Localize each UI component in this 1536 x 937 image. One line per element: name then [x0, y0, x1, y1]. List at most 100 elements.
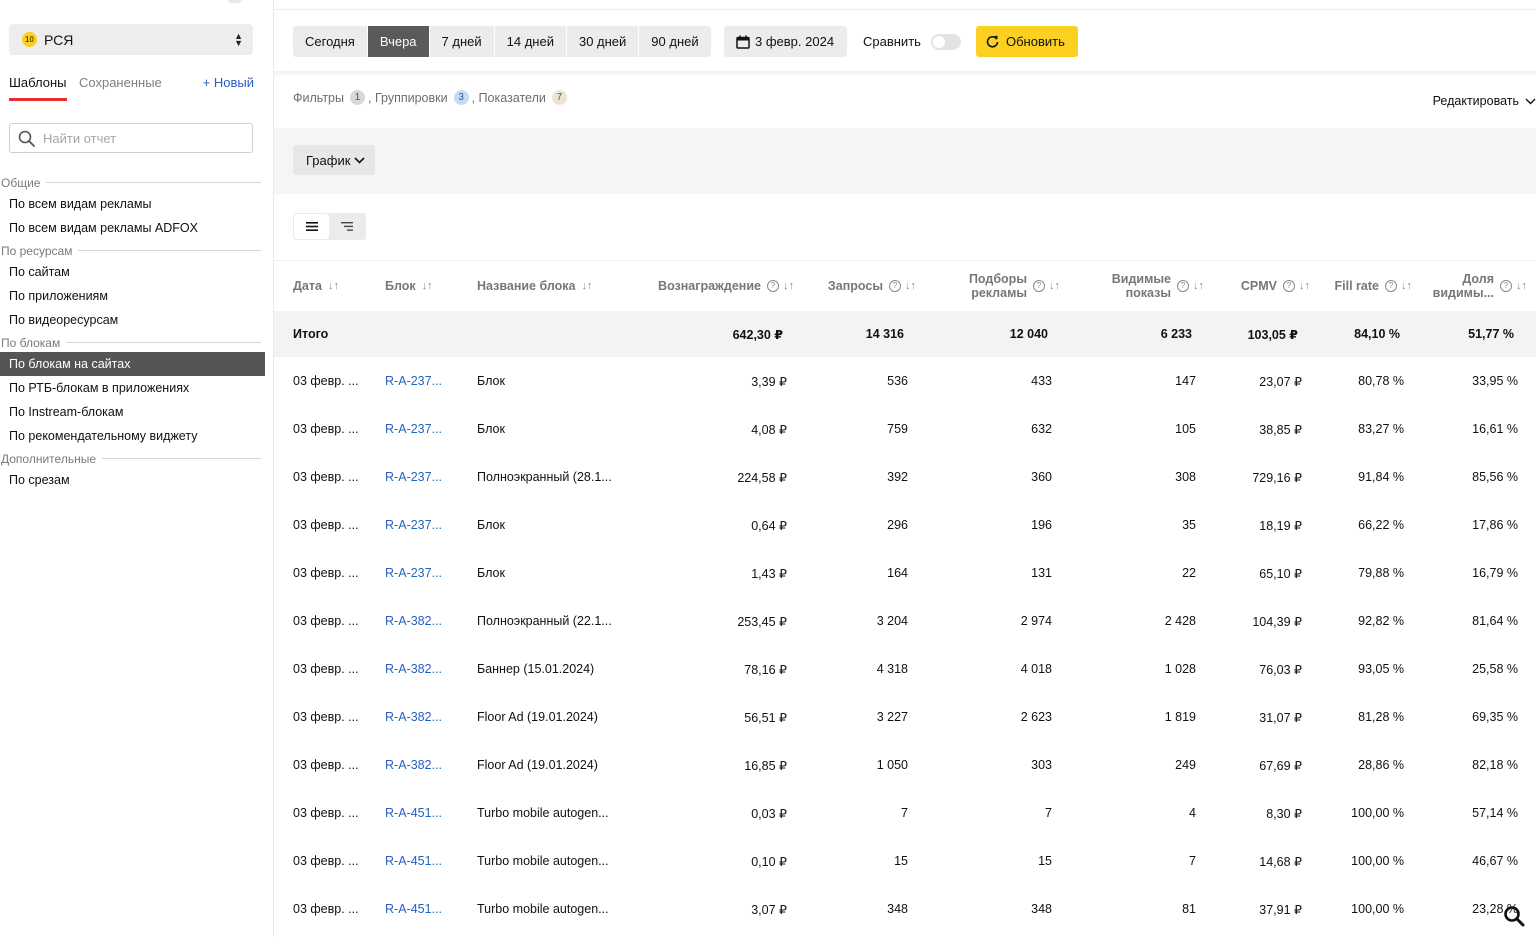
total-fill-rate: 84,10 %: [1354, 327, 1400, 341]
column-header-requests[interactable]: Запросы ? ↓↑: [814, 261, 916, 311]
column-header-fill-rate[interactable]: Fill rate ? ↓↑: [1324, 261, 1412, 311]
cell-block-id[interactable]: R-A-451...: [385, 789, 465, 837]
cell-fill-rate: 80,78 %: [1358, 374, 1404, 388]
column-header-visible-impressions[interactable]: Видимые показы ? ↓↑: [1084, 261, 1204, 311]
cell-block-id[interactable]: R-A-382...: [385, 693, 465, 741]
coin-badge-icon: 10: [22, 32, 37, 47]
cell-fill-rate: 79,88 %: [1358, 566, 1404, 580]
list-view-button[interactable]: [294, 214, 329, 239]
question-circle-icon[interactable]: ?: [1033, 280, 1045, 292]
date-label: 3 февр. 2024: [755, 34, 835, 49]
question-circle-icon[interactable]: ?: [767, 280, 779, 292]
menu-item-all-ads[interactable]: По всем видам рекламы: [0, 192, 265, 216]
question-circle-icon[interactable]: ?: [1385, 280, 1397, 292]
question-circle-icon[interactable]: ?: [1177, 280, 1189, 292]
cell-cpmv: 8,30 ₽: [1266, 806, 1302, 821]
menu-item-video-resources[interactable]: По видеоресурсам: [0, 308, 265, 332]
cell-requests: 15: [894, 854, 908, 868]
column-header-reward[interactable]: Вознаграждение ? ↓↑: [634, 261, 794, 311]
column-header-ad-picks[interactable]: Подборы рекламы ? ↓↑: [944, 261, 1060, 311]
cell-cpmv: 38,85 ₽: [1259, 422, 1302, 437]
magnifier-icon[interactable]: [1503, 905, 1525, 927]
question-circle-icon[interactable]: ?: [1500, 280, 1512, 292]
compare-toggle[interactable]: [930, 33, 961, 50]
sort-arrows-icon: ↓↑: [327, 280, 339, 292]
cell-visible: 4: [1189, 806, 1196, 820]
cell-block-id[interactable]: R-A-237...: [385, 357, 465, 405]
search-icon: [18, 130, 35, 147]
cell-block-id[interactable]: R-A-237...: [385, 549, 465, 597]
cell-block-id[interactable]: R-A-382...: [385, 741, 465, 789]
cell-cpmv: 67,69 ₽: [1259, 758, 1302, 773]
total-ad-picks: 12 040: [1009, 327, 1048, 341]
table-row: 03 февр. ... R-A-451... Turbo mobile autog…: [274, 789, 1536, 837]
cell-block-id[interactable]: R-A-237...: [385, 501, 465, 549]
column-header-block[interactable]: Блок ↓↑: [385, 261, 433, 311]
period-30-days-button[interactable]: 30 дней: [566, 26, 640, 57]
question-circle-icon[interactable]: ?: [1283, 280, 1295, 292]
new-report-link[interactable]: + Новый: [203, 75, 254, 90]
column-title: Блок: [385, 279, 416, 293]
cell-block-id[interactable]: R-A-451...: [385, 885, 465, 933]
menu-item-recommendation-widget[interactable]: По рекомендательному виджету: [0, 424, 265, 448]
report-search[interactable]: [9, 123, 253, 153]
cell-cpmv: 37,91 ₽: [1259, 902, 1302, 917]
cell-block-id[interactable]: R-A-451...: [385, 837, 465, 885]
tree-view-icon: [340, 222, 353, 231]
cell-ad-picks: 131: [1031, 566, 1052, 580]
cell-block-name: Баннер (15.01.2024): [477, 662, 595, 676]
menu-item-instream-blocks[interactable]: По Instream-блокам: [0, 400, 265, 424]
period-yesterday-button[interactable]: Вчера: [367, 26, 430, 57]
question-circle-icon[interactable]: ?: [889, 280, 901, 292]
column-header-cpmv[interactable]: CPMV ? ↓↑: [1224, 261, 1310, 311]
column-header-visible-share[interactable]: Доля видимы... ? ↓↑: [1424, 261, 1527, 311]
filters-link[interactable]: Фильтры: [293, 91, 344, 105]
cell-block-id[interactable]: R-A-382...: [385, 645, 465, 693]
cell-visible: 1 028: [1164, 662, 1196, 676]
metrics-link[interactable]: Показатели: [479, 91, 546, 105]
cell-block-id[interactable]: R-A-382...: [385, 597, 465, 645]
tree-view-button[interactable]: [329, 214, 364, 239]
period-7-days-button[interactable]: 7 дней: [429, 26, 495, 57]
groupings-link[interactable]: Группировки: [375, 91, 448, 105]
cell-date: 03 февр. ...: [293, 470, 359, 484]
refresh-button[interactable]: Обновить: [976, 26, 1078, 57]
cell-block-id[interactable]: R-A-237...: [385, 405, 465, 453]
date-picker-button[interactable]: 3 февр. 2024: [724, 26, 848, 57]
cell-requests: 164: [887, 566, 908, 580]
menu-item-slices[interactable]: По срезам: [0, 468, 265, 492]
chart-type-label: График: [306, 152, 351, 168]
menu-item-rtb-app-blocks[interactable]: По РТБ-блокам в приложениях: [0, 376, 265, 400]
cell-fill-rate: 93,05 %: [1358, 662, 1404, 676]
sort-arrows-icon: ↓↑: [581, 280, 593, 292]
column-title: CPMV: [1240, 279, 1277, 293]
service-select[interactable]: 10 РСЯ ▲ ▼: [9, 24, 253, 55]
cell-visible: 105: [1175, 422, 1196, 436]
period-90-days-button[interactable]: 90 дней: [639, 26, 711, 57]
cell-block-id[interactable]: R-A-237...: [385, 453, 465, 501]
menu-item-all-ads-adfox[interactable]: По всем видам рекламы ADFOX: [0, 216, 265, 240]
sidebar: 10 РСЯ ▲▼ Шаблоны Сохраненные + Новый Об…: [0, 0, 274, 937]
compare-control: Сравнить: [863, 26, 961, 57]
search-input[interactable]: [41, 129, 244, 147]
cell-date: 03 февр. ...: [293, 566, 359, 580]
menu-item-sites[interactable]: По сайтам: [0, 260, 265, 284]
tab-templates[interactable]: Шаблоны: [9, 75, 67, 101]
tab-saved[interactable]: Сохраненные: [79, 75, 162, 96]
cell-ad-picks: 2 623: [1020, 710, 1052, 724]
column-header-block-name[interactable]: Название блока ↓↑: [477, 261, 593, 311]
chart-type-dropdown[interactable]: График: [293, 145, 376, 175]
edit-report-button[interactable]: Редактировать: [1433, 94, 1536, 108]
period-today-button[interactable]: Сегодня: [293, 26, 368, 57]
period-14-days-button[interactable]: 14 дней: [494, 26, 567, 57]
column-header-date[interactable]: Дата ↓↑: [293, 261, 339, 311]
toolbar-shadow: [274, 71, 1536, 77]
metrics-count-badge: 7: [551, 90, 567, 105]
toggle-knob: [932, 35, 945, 48]
cell-reward: 3,39 ₽: [751, 374, 787, 389]
cell-requests: 3 227: [876, 710, 908, 724]
column-title-line-1: Подборы: [968, 272, 1027, 286]
menu-item-apps[interactable]: По приложениям: [0, 284, 265, 308]
cell-fill-rate: 66,22 %: [1358, 518, 1404, 532]
menu-item-site-blocks[interactable]: По блокам на сайтах: [0, 352, 265, 376]
